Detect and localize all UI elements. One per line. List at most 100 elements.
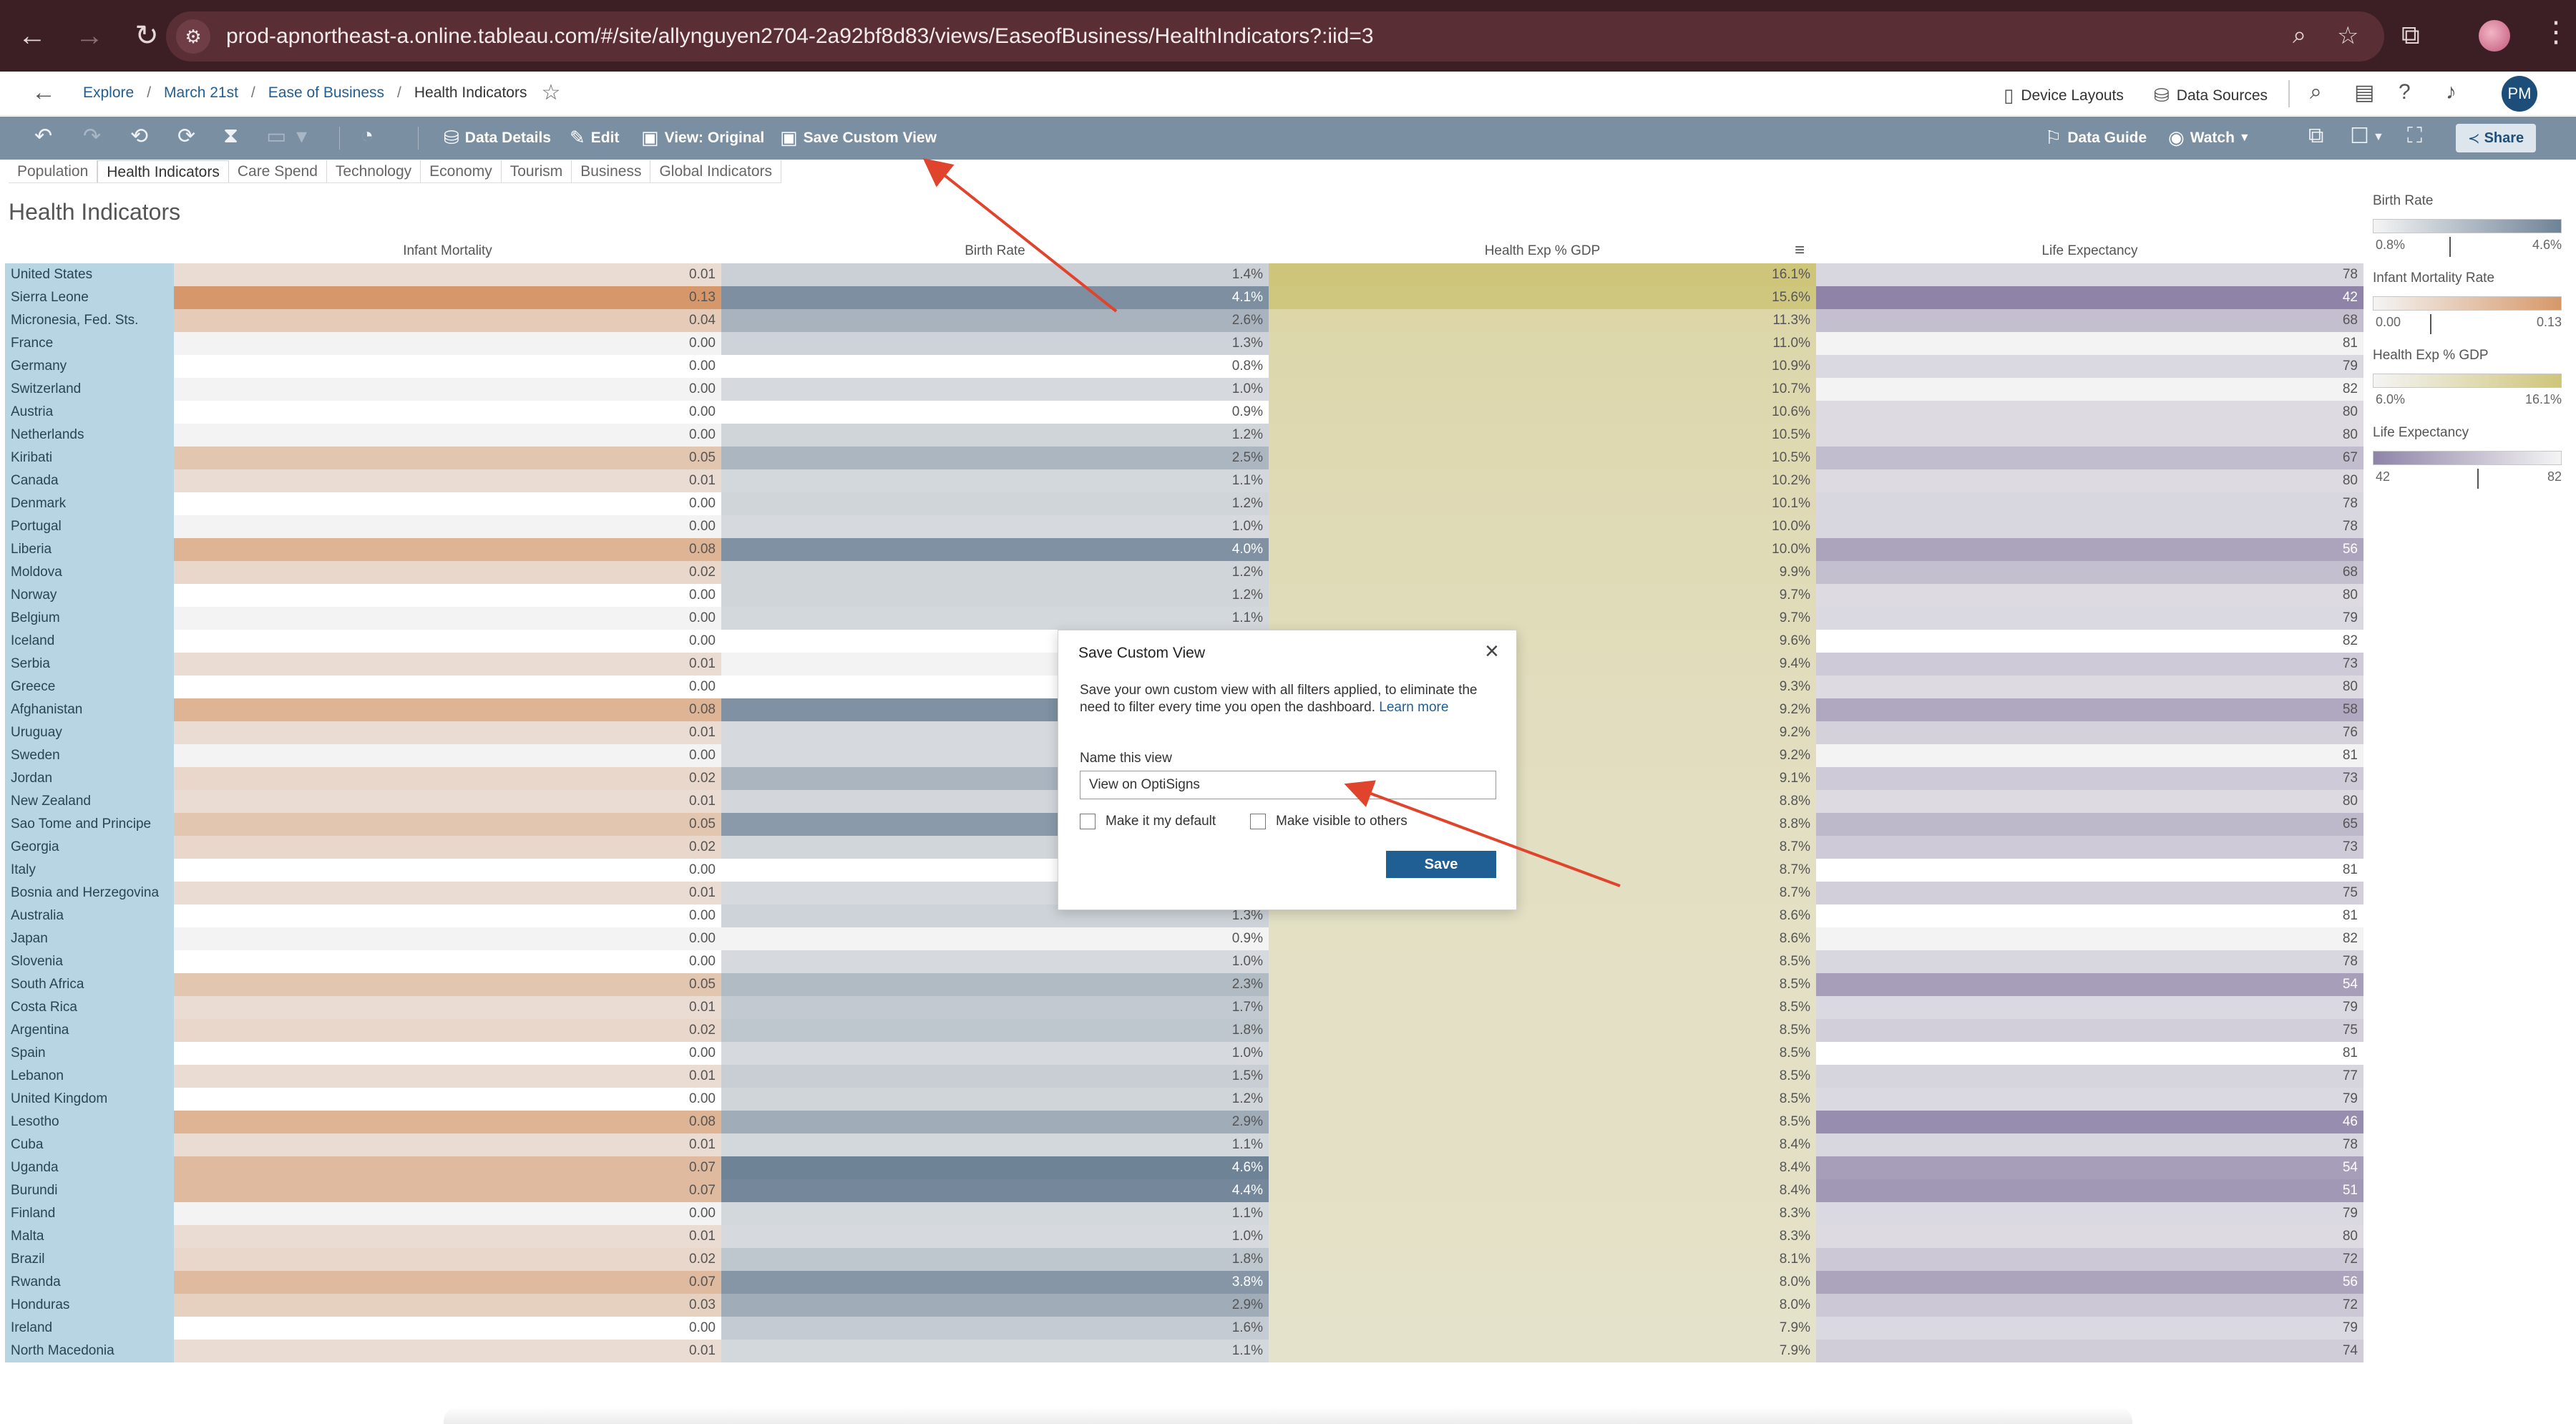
country-label[interactable]: Burundi — [5, 1179, 174, 1202]
data-details-button[interactable]: ⛁ Data Details — [444, 127, 551, 149]
health-exp-cell[interactable]: 10.1% — [1269, 492, 1816, 515]
table-row[interactable]: Rwanda 0.07 3.8% 8.0% 56 — [5, 1271, 2363, 1294]
life-expectancy-cell[interactable]: 79 — [1816, 1202, 2363, 1225]
country-label[interactable]: Ireland — [5, 1317, 174, 1340]
infant-mortality-cell[interactable]: 0.01 — [174, 653, 721, 676]
tab-economy[interactable]: Economy — [421, 160, 502, 182]
metrics-icon[interactable]: ◔ — [361, 124, 374, 148]
country-label[interactable]: Spain — [5, 1042, 174, 1065]
legend-life-expectancy[interactable]: Life Expectancy 42 82 — [2373, 425, 2566, 489]
country-label[interactable]: Jordan — [5, 767, 174, 790]
health-exp-cell[interactable]: 8.6% — [1269, 927, 1816, 950]
health-exp-cell[interactable]: 8.4% — [1269, 1179, 1816, 1202]
tab-population[interactable]: Population — [9, 160, 98, 182]
table-row[interactable]: Slovenia 0.00 1.0% 8.5% 78 — [5, 950, 2363, 973]
table-row[interactable]: Netherlands 0.00 1.2% 10.5% 80 — [5, 424, 2363, 447]
country-label[interactable]: Denmark — [5, 492, 174, 515]
health-exp-cell[interactable]: 10.7% — [1269, 378, 1816, 401]
table-row[interactable]: Finland 0.00 1.1% 8.3% 79 — [5, 1202, 2363, 1225]
infant-mortality-cell[interactable]: 0.00 — [174, 607, 721, 630]
infant-mortality-cell[interactable]: 0.01 — [174, 263, 721, 286]
health-exp-cell[interactable]: 10.0% — [1269, 538, 1816, 561]
infant-mortality-cell[interactable]: 0.00 — [174, 859, 721, 882]
legend-birth-rate[interactable]: Birth Rate 0.8% 4.6% — [2373, 193, 2566, 257]
country-label[interactable]: Lesotho — [5, 1111, 174, 1133]
life-expectancy-cell[interactable]: 75 — [1816, 882, 2363, 904]
table-row[interactable]: Switzerland 0.00 1.0% 10.7% 82 — [5, 378, 2363, 401]
life-expectancy-cell[interactable]: 75 — [1816, 1019, 2363, 1042]
health-exp-cell[interactable]: 10.5% — [1269, 447, 1816, 469]
table-row[interactable]: Portugal 0.00 1.0% 10.0% 78 — [5, 515, 2363, 538]
revert-icon[interactable]: ⟲ — [130, 124, 148, 149]
table-row[interactable]: Honduras 0.03 2.9% 8.0% 72 — [5, 1294, 2363, 1317]
life-expectancy-cell[interactable]: 72 — [1816, 1248, 2363, 1271]
infant-mortality-cell[interactable]: 0.05 — [174, 447, 721, 469]
health-exp-cell[interactable]: 8.3% — [1269, 1225, 1816, 1248]
redo-icon[interactable]: ↷ — [83, 124, 101, 149]
health-exp-cell[interactable]: 8.5% — [1269, 1088, 1816, 1111]
country-label[interactable]: Iceland — [5, 630, 174, 653]
health-exp-cell[interactable]: 8.5% — [1269, 1042, 1816, 1065]
birth-rate-cell[interactable]: 1.6% — [721, 1317, 1269, 1340]
health-exp-cell[interactable]: 10.6% — [1269, 401, 1816, 424]
infant-mortality-cell[interactable]: 0.00 — [174, 424, 721, 447]
life-expectancy-cell[interactable]: 81 — [1816, 332, 2363, 355]
country-label[interactable]: Netherlands — [5, 424, 174, 447]
country-label[interactable]: United Kingdom — [5, 1088, 174, 1111]
life-expectancy-cell[interactable]: 78 — [1816, 263, 2363, 286]
health-exp-cell[interactable]: 8.0% — [1269, 1271, 1816, 1294]
country-label[interactable]: Japan — [5, 927, 174, 950]
birth-rate-cell[interactable]: 0.9% — [721, 927, 1269, 950]
address-bar[interactable]: ⚙ prod-apnortheast-a.online.tableau.com/… — [166, 11, 2384, 62]
table-row[interactable]: Norway 0.00 1.2% 9.7% 80 — [5, 584, 2363, 607]
life-expectancy-cell[interactable]: 79 — [1816, 355, 2363, 378]
device-layouts-button[interactable]: ▯ Device Layouts — [2004, 84, 2124, 107]
health-exp-cell[interactable]: 8.0% — [1269, 1294, 1816, 1317]
country-label[interactable]: Uganda — [5, 1156, 174, 1179]
table-row[interactable]: Kiribati 0.05 2.5% 10.5% 67 — [5, 447, 2363, 469]
birth-rate-cell[interactable]: 2.5% — [721, 447, 1269, 469]
life-expectancy-cell[interactable]: 78 — [1816, 515, 2363, 538]
birth-rate-cell[interactable]: 1.0% — [721, 950, 1269, 973]
infant-mortality-cell[interactable]: 0.01 — [174, 1340, 721, 1362]
country-label[interactable]: Liberia — [5, 538, 174, 561]
country-label[interactable]: New Zealand — [5, 790, 174, 813]
tab-global-indicators[interactable]: Global Indicators — [650, 160, 782, 182]
health-exp-cell[interactable]: 10.2% — [1269, 469, 1816, 492]
table-row[interactable]: Lebanon 0.01 1.5% 8.5% 77 — [5, 1065, 2363, 1088]
tab-tourism[interactable]: Tourism — [502, 160, 572, 182]
country-label[interactable]: South Africa — [5, 973, 174, 996]
country-label[interactable]: Germany — [5, 355, 174, 378]
health-exp-cell[interactable]: 11.0% — [1269, 332, 1816, 355]
table-row[interactable]: Uganda 0.07 4.6% 8.4% 54 — [5, 1156, 2363, 1179]
table-row[interactable]: United Kingdom 0.00 1.2% 8.5% 79 — [5, 1088, 2363, 1111]
country-label[interactable]: Bosnia and Herzegovina — [5, 882, 174, 904]
country-label[interactable]: United States — [5, 263, 174, 286]
country-label[interactable]: Italy — [5, 859, 174, 882]
save-button[interactable]: Save — [1386, 851, 1496, 878]
birth-rate-cell[interactable]: 1.0% — [721, 1042, 1269, 1065]
life-expectancy-cell[interactable]: 80 — [1816, 676, 2363, 698]
country-label[interactable]: Portugal — [5, 515, 174, 538]
table-row[interactable]: Malta 0.01 1.0% 8.3% 80 — [5, 1225, 2363, 1248]
life-expectancy-cell[interactable]: 46 — [1816, 1111, 2363, 1133]
infant-mortality-cell[interactable]: 0.01 — [174, 721, 721, 744]
replay-dropdown-icon[interactable]: ▾ — [296, 124, 307, 149]
country-label[interactable]: Afghanistan — [5, 698, 174, 721]
table-row[interactable]: Costa Rica 0.01 1.7% 8.5% 79 — [5, 996, 2363, 1019]
birth-rate-cell[interactable]: 1.1% — [721, 1133, 1269, 1156]
country-label[interactable]: North Macedonia — [5, 1340, 174, 1362]
watch-button[interactable]: ◉ Watch ▼ — [2168, 127, 2250, 149]
reload-icon[interactable]: ↻ — [122, 11, 172, 61]
life-expectancy-cell[interactable]: 74 — [1816, 1340, 2363, 1362]
back-icon[interactable]: ← — [31, 79, 56, 107]
life-expectancy-cell[interactable]: 82 — [1816, 630, 2363, 653]
country-label[interactable]: Serbia — [5, 653, 174, 676]
infant-mortality-cell[interactable]: 0.00 — [174, 1202, 721, 1225]
life-expectancy-cell[interactable]: 80 — [1816, 424, 2363, 447]
search-icon[interactable]: ⌕ — [2310, 80, 2322, 104]
column-header-infant-mortality[interactable]: Infant Mortality — [174, 243, 721, 259]
life-expectancy-cell[interactable]: 80 — [1816, 401, 2363, 424]
comments-dropdown-icon[interactable]: ▼ — [2373, 131, 2384, 144]
health-exp-cell[interactable]: 10.0% — [1269, 515, 1816, 538]
